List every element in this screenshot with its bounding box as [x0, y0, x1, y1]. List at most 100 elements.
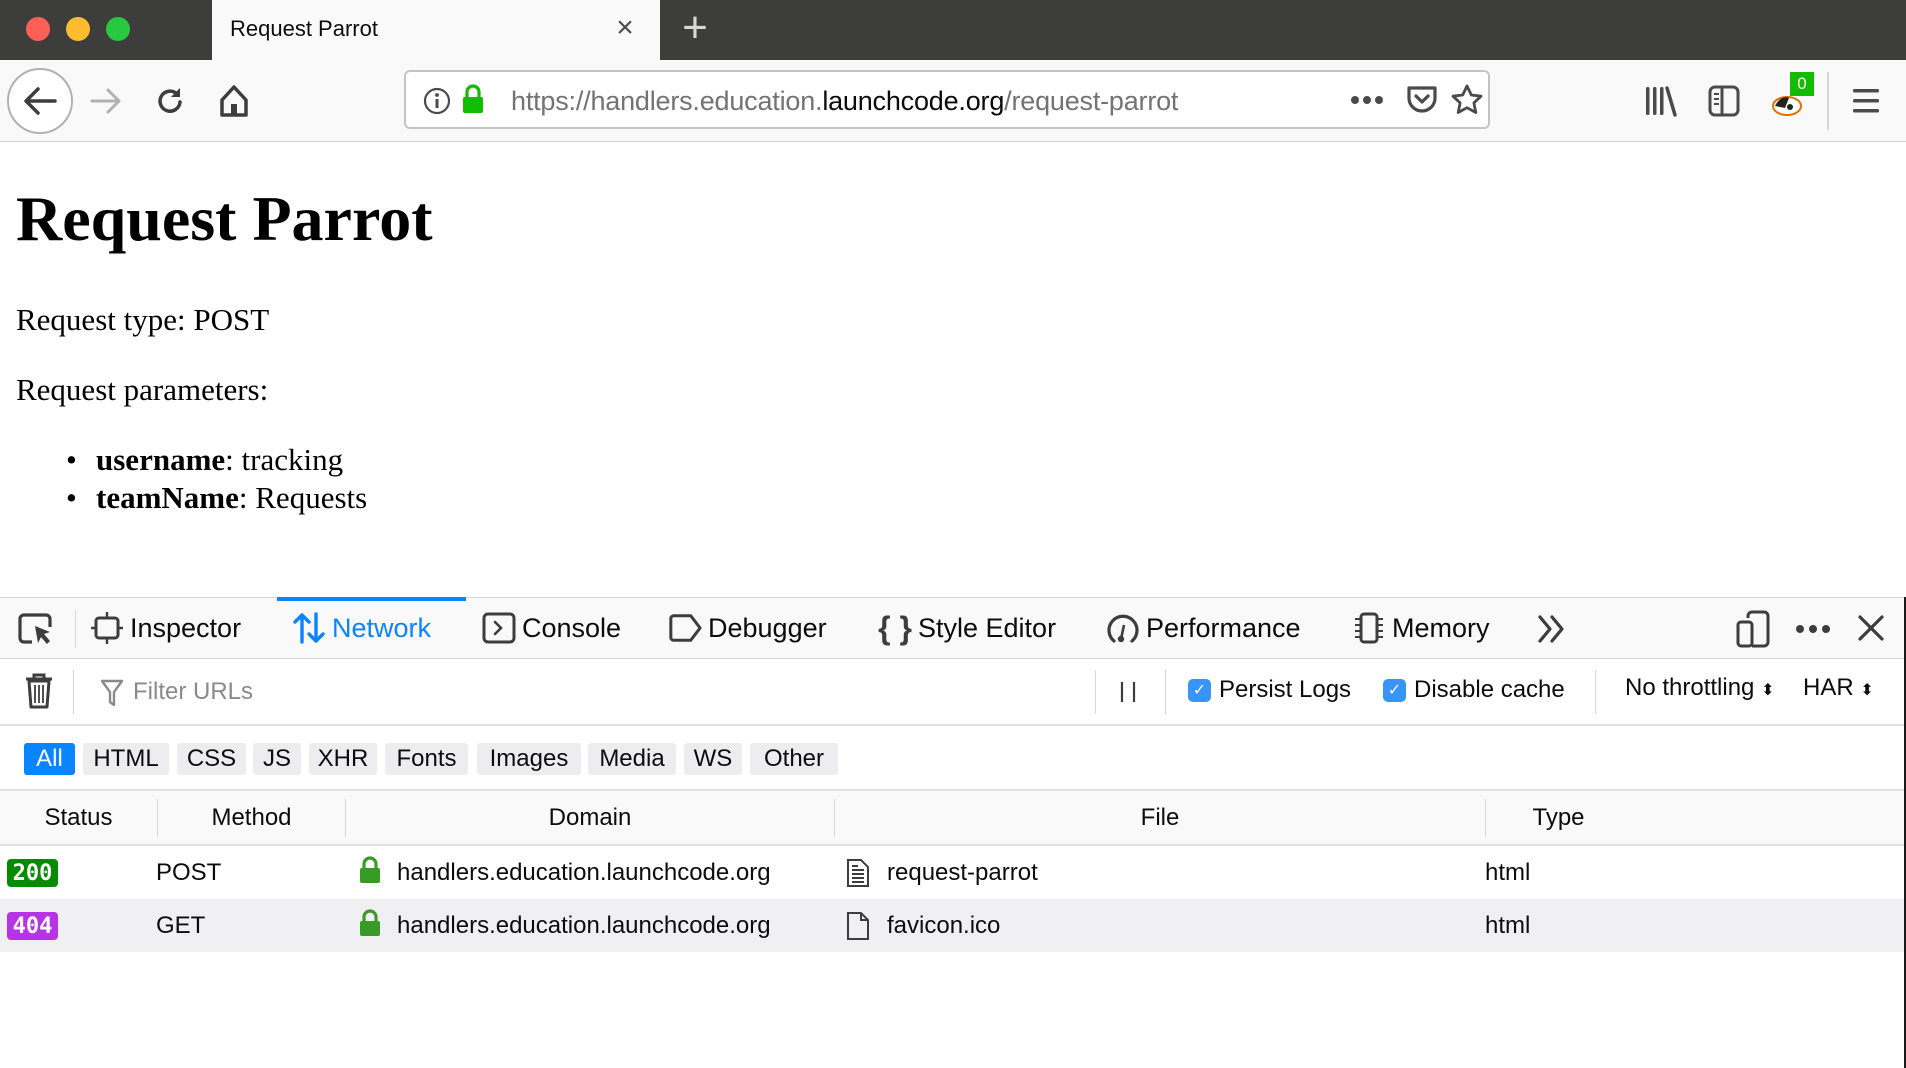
- request-domain: handlers.education.launchcode.org: [397, 911, 771, 939]
- library-icon[interactable]: [1644, 85, 1678, 117]
- document-icon: [847, 859, 869, 887]
- clear-trash-icon[interactable]: [24, 672, 54, 710]
- info-icon[interactable]: [423, 87, 451, 115]
- tab-close-icon[interactable]: ×: [610, 12, 640, 44]
- url-bar[interactable]: https://handlers.education.launchcode.or…: [404, 70, 1490, 129]
- tab-console[interactable]: Console: [482, 598, 621, 658]
- column-file[interactable]: File: [835, 791, 1485, 844]
- tab-debugger[interactable]: Debugger: [668, 598, 827, 658]
- hamburger-menu-icon[interactable]: [1852, 88, 1880, 114]
- tab-inspector[interactable]: Inspector: [90, 598, 241, 658]
- tab-style-editor[interactable]: { } Style Editor: [878, 598, 1056, 658]
- request-type: html: [1485, 911, 1531, 939]
- tab-performance[interactable]: Performance: [1106, 598, 1301, 658]
- back-button[interactable]: [7, 68, 73, 134]
- disable-cache-checkbox[interactable]: ✓: [1383, 679, 1406, 702]
- param-name: teamName: [96, 480, 239, 515]
- home-button[interactable]: [214, 60, 254, 142]
- column-method[interactable]: Method: [158, 791, 345, 844]
- tab-title: Request Parrot: [230, 16, 378, 41]
- param-list: username: tracking teamName: Requests: [66, 442, 368, 518]
- filter-other[interactable]: Other: [750, 743, 838, 775]
- lock-icon[interactable]: [461, 83, 485, 115]
- request-params-label: Request parameters:: [16, 372, 269, 407]
- reload-icon: [158, 88, 182, 113]
- bookmark-star-icon[interactable]: [1450, 83, 1484, 117]
- responsive-design-icon[interactable]: [1736, 610, 1770, 648]
- devtools-options-icon[interactable]: [1795, 624, 1831, 634]
- pocket-icon[interactable]: [1406, 85, 1438, 115]
- url-scheme: https://handlers.education.: [511, 86, 823, 116]
- persist-logs-label[interactable]: Persist Logs: [1219, 676, 1351, 704]
- console-icon: [482, 611, 516, 645]
- request-row[interactable]: 404 GET handlers.education.launchcode.or…: [0, 899, 1904, 952]
- element-picker-icon[interactable]: [18, 612, 54, 646]
- param-value: : Requests: [238, 480, 368, 515]
- network-filter-toolbar: ✓ Persist Logs ✓ Disable cache No thrott…: [0, 660, 1904, 726]
- throttling-select[interactable]: No throttling ⬍: [1625, 674, 1774, 702]
- devtools-panel: Inspector Network Console Debugger { } S…: [0, 597, 1904, 1068]
- extension-badge: 0: [1790, 72, 1814, 96]
- requests-table-header: Status Method Domain File Type: [0, 791, 1904, 846]
- debugger-icon: [668, 611, 702, 645]
- param-name: username: [96, 442, 226, 477]
- har-select[interactable]: HAR ⬍: [1803, 674, 1874, 702]
- disable-cache-label[interactable]: Disable cache: [1414, 676, 1565, 704]
- column-domain[interactable]: Domain: [346, 791, 834, 844]
- select-arrows-icon: ⬍: [1761, 682, 1775, 699]
- filter-urls-input[interactable]: [95, 664, 1085, 720]
- request-domain: handlers.education.launchcode.org: [397, 858, 771, 886]
- request-type-text: Request type: POST: [16, 302, 270, 337]
- forward-button[interactable]: [86, 60, 126, 142]
- filter-xhr[interactable]: XHR: [309, 743, 377, 775]
- filter-fonts[interactable]: Fonts: [385, 743, 468, 775]
- filter-js[interactable]: JS: [253, 743, 301, 775]
- performance-icon: [1106, 611, 1140, 645]
- blank-file-icon: [847, 912, 869, 940]
- page-title: Request Parrot: [16, 183, 433, 254]
- har-label: HAR: [1803, 674, 1854, 701]
- devtools-close-icon[interactable]: [1857, 614, 1885, 642]
- toolbar-divider: [1095, 670, 1096, 714]
- sidebar-icon[interactable]: [1708, 85, 1740, 117]
- toolbar-divider: [73, 670, 74, 714]
- network-icon: [292, 611, 326, 645]
- back-arrow-icon: [24, 87, 57, 115]
- new-tab-button[interactable]: +: [676, 6, 714, 50]
- param-value: : tracking: [225, 442, 344, 477]
- navigation-toolbar: https://handlers.education.launchcode.or…: [0, 60, 1906, 142]
- page-actions-icon[interactable]: [1350, 95, 1384, 105]
- column-type[interactable]: Type: [1486, 791, 1631, 844]
- param-item: username: tracking: [66, 442, 367, 480]
- url-host: launchcode.org: [822, 86, 1005, 116]
- pause-icon[interactable]: [1117, 680, 1139, 704]
- memory-icon: [1352, 611, 1386, 645]
- toolbar-separator: [1827, 72, 1829, 130]
- tab-label: Memory: [1392, 612, 1490, 643]
- window-close-button[interactable]: [26, 17, 50, 41]
- tab-network[interactable]: Network: [292, 598, 431, 658]
- request-file: request-parrot: [887, 858, 1038, 886]
- more-tools-chevron-icon[interactable]: [1536, 614, 1568, 644]
- filter-html[interactable]: HTML: [83, 743, 169, 775]
- persist-logs-checkbox[interactable]: ✓: [1188, 679, 1211, 702]
- request-row[interactable]: 200 POST handlers.education.launchcode.o…: [0, 846, 1904, 899]
- filter-all[interactable]: All: [24, 743, 75, 775]
- column-status[interactable]: Status: [0, 791, 157, 844]
- window-zoom-button[interactable]: [106, 17, 130, 41]
- filter-media[interactable]: Media: [588, 743, 676, 775]
- filter-ws[interactable]: WS: [684, 743, 742, 775]
- secure-lock-icon: [360, 856, 380, 883]
- tab-label: Inspector: [130, 612, 242, 643]
- inspector-icon: [90, 611, 124, 645]
- status-badge: 200: [7, 859, 58, 887]
- filter-css[interactable]: CSS: [177, 743, 246, 775]
- tab-memory[interactable]: Memory: [1352, 598, 1490, 658]
- reload-button[interactable]: [150, 60, 190, 142]
- window-minimize-button[interactable]: [66, 17, 90, 41]
- param-item: teamName: Requests: [66, 480, 368, 518]
- filter-images[interactable]: Images: [477, 743, 581, 775]
- url-text[interactable]: https://handlers.education.launchcode.or…: [511, 86, 1178, 117]
- browser-tab[interactable]: Request Parrot ×: [212, 0, 660, 60]
- toolbar-divider: [1595, 670, 1596, 714]
